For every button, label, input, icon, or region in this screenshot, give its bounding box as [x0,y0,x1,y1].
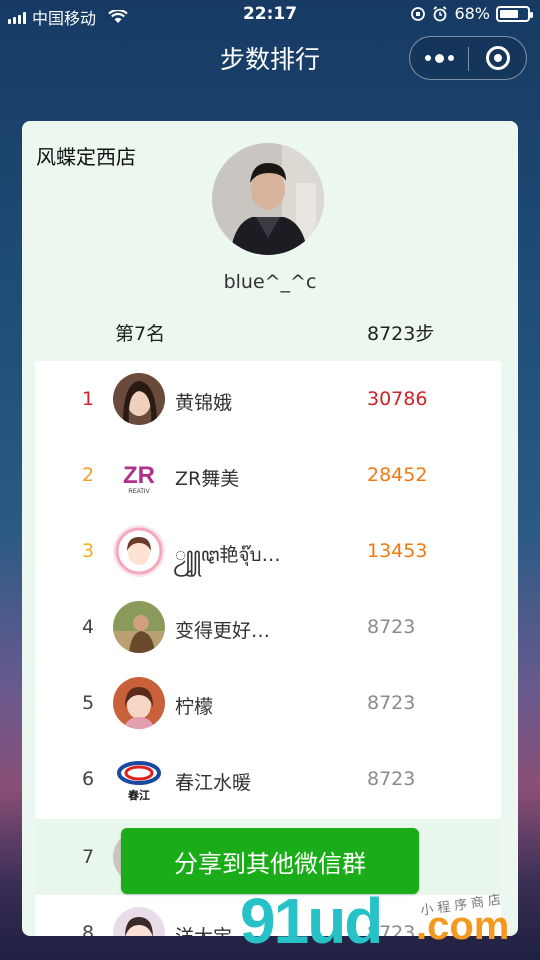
store-name: 风蝶定西店 [36,145,136,169]
avatar [113,907,165,936]
my-steps: 8723步 [367,323,435,345]
step-count: 8723 [367,616,416,638]
avatar [113,373,165,425]
close-button[interactable] [469,37,527,79]
rank-number: 2 [81,464,95,486]
rank-number: 6 [81,768,95,790]
rank-number: 7 [81,846,95,868]
nickname: 变得更好… [175,620,271,642]
avatar: ZR REATIV [113,449,165,501]
orientation-lock-icon [411,6,426,21]
nickname: 柠檬 [175,696,214,718]
list-item[interactable]: 4 变得更好… 8723 [35,589,501,665]
avatar: 春江 [113,753,165,805]
avatar [113,525,165,577]
nickname: ꦾ꧀ꦛ艳จุ๊บ… [175,544,281,566]
share-to-group-button[interactable]: 分享到其他微信群 [121,828,419,894]
my-rank: 第7名 [115,323,166,345]
rank-number: 5 [81,692,95,714]
list-item[interactable]: 3 ꦾ꧀ꦛ艳จุ๊บ… 13453 [35,513,501,589]
my-nickname: blue^_^c [223,271,317,293]
alarm-icon [433,5,447,21]
list-item[interactable]: 8 洋大宝~ 8723 [35,895,501,936]
list-item[interactable]: 5 柠檬 8723 [35,665,501,741]
step-count: 8723 [367,922,416,936]
nickname: 春江水暖 [175,772,252,794]
step-count: 8723 [367,768,416,790]
more-dot-icon [447,55,454,61]
list-item[interactable]: 6 春江 春江水暖 8723 [35,741,501,817]
svg-text:春江: 春江 [128,788,150,802]
status-bar: 中国移动 22:17 68% [0,0,540,30]
mini-program-capsule [409,36,527,80]
step-count: 13453 [367,540,428,562]
nickname: ZR舞美 [175,468,240,490]
list-item[interactable]: 2 ZR REATIV ZR舞美 28452 [35,437,501,513]
rank-number: 3 [81,540,95,562]
more-dot-icon [434,53,444,63]
rank-number: 4 [81,616,95,638]
more-dot-icon [424,55,431,61]
nav-bar: 步数排行 [0,30,540,88]
battery-percent: 68% [454,4,490,23]
person-avatar-icon [212,143,324,255]
ranking-card: 风蝶定西店 blue^_^c 第7名 8723步 1 黄锦娥 30786 2 Z… [22,121,518,936]
nickname: 洋大宝~ [175,922,248,936]
avatar [113,677,165,729]
svg-text:ZR: ZR [123,462,155,489]
step-count: 28452 [367,464,428,486]
avatar [113,601,165,653]
step-count: 30786 [367,388,428,410]
svg-text:REATIV: REATIV [128,489,149,495]
nickname: 黄锦娥 [175,392,233,414]
list-item[interactable]: 1 黄锦娥 30786 [35,361,501,437]
more-button[interactable] [410,37,468,79]
rank-number: 1 [81,388,95,410]
step-count: 8723 [367,692,416,714]
status-right: 68% [410,4,533,23]
close-target-icon [486,46,510,70]
battery-level [500,9,518,18]
rank-number: 8 [81,922,95,936]
battery-icon [496,5,533,22]
my-avatar[interactable] [212,143,324,255]
